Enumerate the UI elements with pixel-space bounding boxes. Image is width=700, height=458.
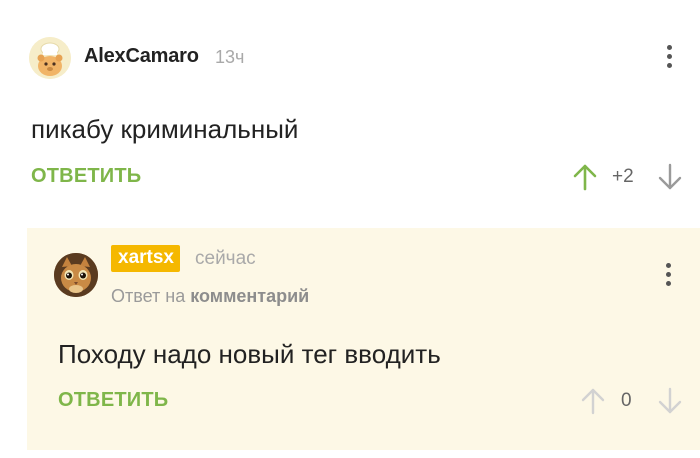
avatar[interactable]: [29, 37, 71, 79]
comment-rating: 0: [621, 390, 632, 411]
comment-rating: +2: [612, 166, 634, 187]
reply-button[interactable]: ОТВЕТИТЬ: [31, 165, 141, 188]
downvote-arrow-icon[interactable]: [657, 163, 683, 196]
chef-bear-icon: [29, 37, 71, 79]
more-options-icon[interactable]: [665, 45, 673, 68]
reply-to-label: Ответ на комментарий: [111, 286, 309, 307]
comment-time: сейчас: [195, 248, 256, 269]
upvote-arrow-icon[interactable]: [572, 163, 598, 196]
avatar[interactable]: [54, 253, 98, 297]
comment-text: пикабу криминальный: [31, 114, 299, 144]
reply-to-prefix: Ответ на: [111, 286, 186, 306]
comment-author[interactable]: xartsx: [111, 245, 180, 272]
comment-time: 13ч: [215, 47, 245, 67]
downvote-arrow-icon[interactable]: [657, 387, 683, 420]
comment-author[interactable]: AlexCamaro: [84, 45, 199, 68]
reply-to-link[interactable]: комментарий: [190, 286, 309, 306]
cat-icon: [54, 253, 98, 297]
comment-text: Походу надо новый тег вводить: [58, 339, 441, 369]
upvote-arrow-icon[interactable]: [580, 387, 606, 420]
reply-button[interactable]: ОТВЕТИТЬ: [58, 389, 168, 412]
more-options-icon[interactable]: [664, 263, 672, 286]
